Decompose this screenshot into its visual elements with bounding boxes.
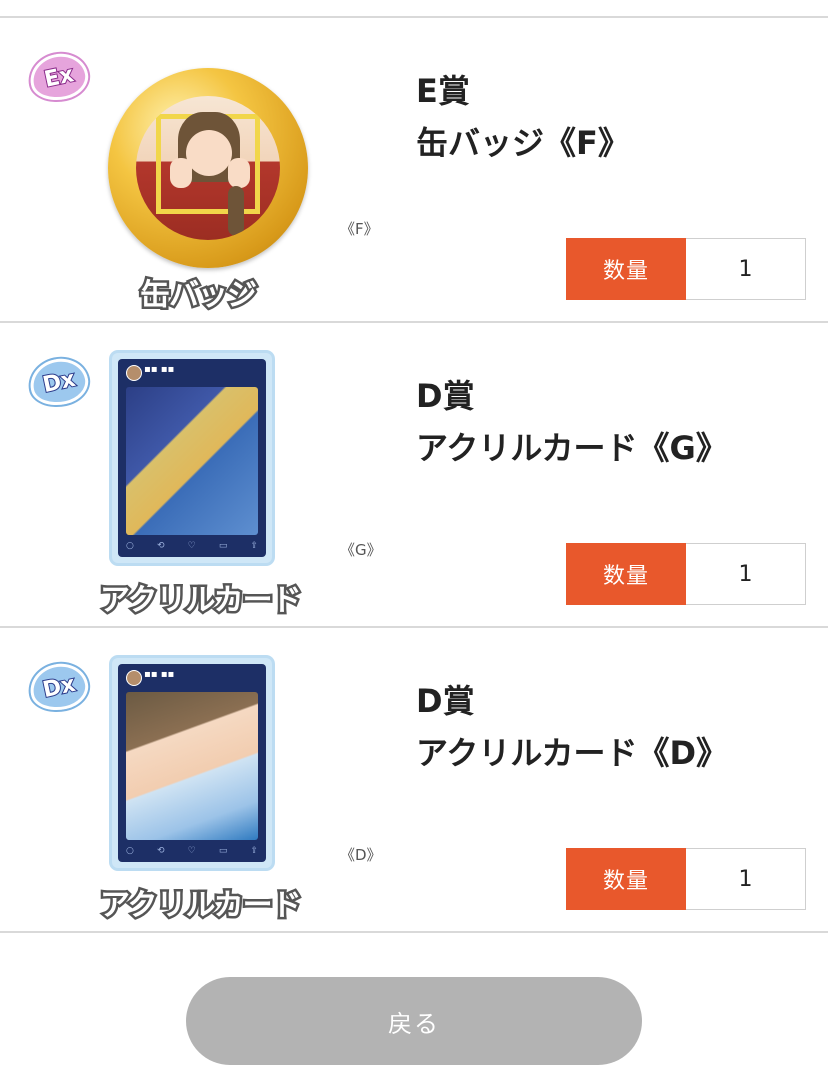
quantity-label: 数量	[566, 848, 686, 910]
prize-name: 缶バッジ《F》	[416, 124, 630, 162]
quantity-field[interactable]: 1	[686, 848, 806, 910]
quantity-label: 数量	[566, 238, 686, 300]
rank-badge-icon: Dx	[25, 658, 93, 716]
prize-item: Dx ▪▪ ▪▪ ○ ⟲ ♡ ▭ ⇪ アクリルカード 《G》 D賞 アクリルカード《G》…	[0, 323, 828, 628]
acrylic-card-image: ▪▪ ▪▪ ○ ⟲ ♡ ▭ ⇪	[112, 658, 272, 868]
prize-rank: D賞	[416, 377, 475, 415]
acrylic-card-image: ▪▪ ▪▪ ○ ⟲ ♡ ▭ ⇪	[112, 353, 272, 563]
variant-code: 《D》	[340, 846, 382, 864]
quantity-field[interactable]: 1	[686, 543, 806, 605]
quantity-control: 数量 1	[566, 848, 806, 910]
thumbnail-caption: アクリルカード	[98, 886, 305, 926]
variant-code: 《G》	[340, 541, 382, 559]
rank-badge-icon: Ex	[25, 48, 93, 106]
quantity-field[interactable]: 1	[686, 238, 806, 300]
thumbnail-caption: 缶バッジ	[138, 276, 260, 316]
prize-item: Ex 缶バッジ 《F》 E賞 缶バッジ《F》 数量 1	[0, 18, 828, 323]
prize-list-page: Ex 缶バッジ 《F》 E賞 缶バッジ《F》 数量 1 Dx ▪▪ ▪▪ ○ ⟲…	[0, 0, 828, 1089]
rank-badge-icon: Dx	[25, 353, 93, 411]
quantity-control: 数量 1	[566, 238, 806, 300]
thumbnail-caption: アクリルカード	[98, 581, 305, 621]
quantity-label: 数量	[566, 543, 686, 605]
variant-code: 《F》	[340, 220, 379, 238]
prize-item: Dx ▪▪ ▪▪ ○ ⟲ ♡ ▭ ⇪ アクリルカード 《D》 D賞 アクリルカード《D》…	[0, 628, 828, 933]
prize-name: アクリルカード《G》	[416, 429, 728, 467]
prize-rank: E賞	[416, 72, 470, 110]
quantity-control: 数量 1	[566, 543, 806, 605]
prize-thumbnail[interactable]: 缶バッジ	[100, 48, 308, 318]
prize-name: アクリルカード《D》	[416, 734, 729, 772]
can-badge-image	[108, 68, 308, 268]
item-divider	[0, 931, 828, 933]
prize-thumbnail[interactable]: ▪▪ ▪▪ ○ ⟲ ♡ ▭ ⇪ アクリルカード	[98, 658, 305, 928]
back-button[interactable]: 戻る	[186, 977, 642, 1065]
prize-thumbnail[interactable]: ▪▪ ▪▪ ○ ⟲ ♡ ▭ ⇪ アクリルカード	[98, 353, 305, 623]
prize-rank: D賞	[416, 682, 475, 720]
